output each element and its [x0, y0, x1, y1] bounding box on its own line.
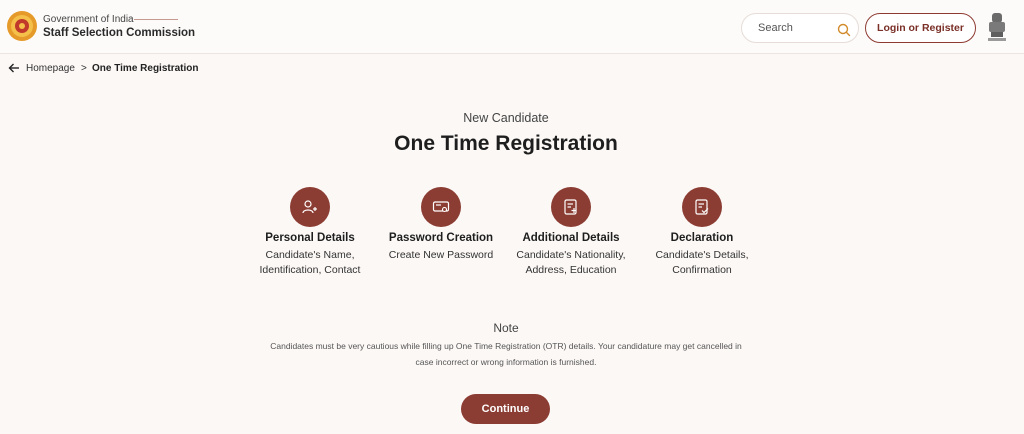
breadcrumb-separator: > — [81, 63, 87, 74]
step-description: Candidate's Nationality, Address, Educat… — [516, 249, 626, 276]
brand-commission: Staff Selection Commission — [43, 27, 196, 39]
brand-divider — [134, 19, 178, 20]
step-description: Candidate's Name, Identification, Contac… — [259, 249, 361, 276]
login-register-button[interactable]: Login or Register — [865, 13, 976, 43]
step-title: Declaration — [670, 232, 734, 244]
step-personal-details: Personal Details Candidate's Name, Ident… — [240, 187, 380, 278]
step-title: Additional Details — [522, 232, 620, 244]
step-password-creation: Password Creation Create New Password — [371, 187, 511, 263]
password-icon — [421, 187, 461, 227]
search-input[interactable]: Search — [741, 13, 859, 43]
document-add-icon — [551, 187, 591, 227]
breadcrumb-home-link[interactable]: Homepage — [26, 63, 75, 74]
search-placeholder: Search — [758, 22, 793, 34]
breadcrumb-current: One Time Registration — [92, 63, 199, 74]
page-subtitle: New Candidate — [463, 111, 549, 125]
user-plus-icon — [290, 187, 330, 227]
search-icon[interactable] — [837, 23, 851, 37]
step-description: Create New Password — [388, 249, 494, 261]
note-heading: Note — [493, 321, 519, 335]
brand-government: Government of India — [43, 14, 134, 25]
step-declaration: Declaration Candidate's Details, Confirm… — [632, 187, 772, 278]
step-title: Password Creation — [388, 232, 494, 244]
step-title: Personal Details — [265, 232, 355, 244]
page-title: One Time Registration — [394, 132, 618, 155]
back-arrow-icon[interactable] — [8, 62, 20, 74]
step-additional-details: Additional Details Candidate's Nationali… — [501, 187, 641, 278]
site-header: Government of India Staff Selection Comm… — [0, 0, 1024, 54]
note-text: Candidates must be very cautious while f… — [270, 341, 742, 367]
continue-button[interactable]: Continue — [461, 394, 550, 424]
ssc-logo-icon[interactable] — [6, 10, 38, 42]
national-emblem-icon — [986, 12, 1008, 44]
step-description: Candidate's Details, Confirmation — [655, 249, 749, 276]
document-check-icon — [682, 187, 722, 227]
